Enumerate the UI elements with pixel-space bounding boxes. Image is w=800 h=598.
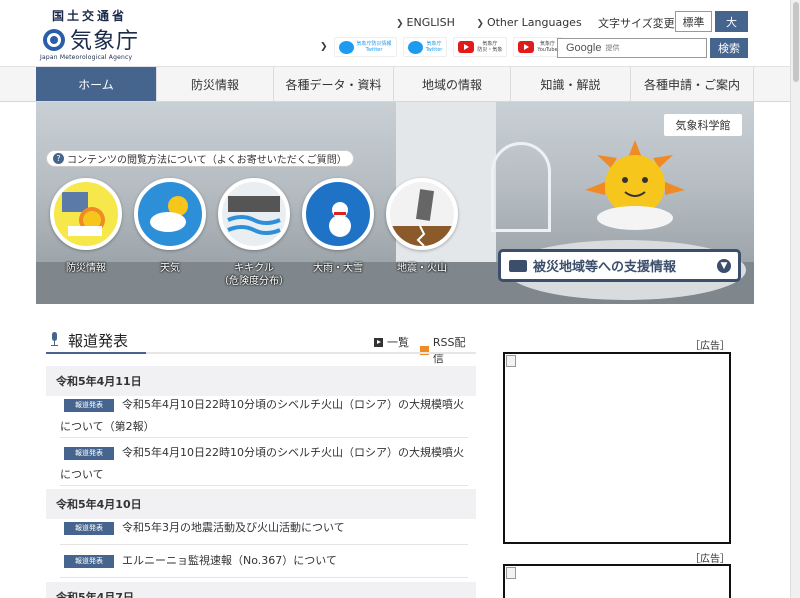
kikikuru-label: キキクル — [234, 263, 274, 274]
vertical-scrollbar[interactable] — [790, 0, 800, 598]
category-label-earthquake: 地震・火山 — [397, 263, 447, 274]
press-date-heading: 令和5年4月7日 — [46, 582, 476, 598]
font-size-label: 文字サイズ変更 — [598, 17, 675, 30]
faq-text: コンテンツの閲覧方法について（よくお寄せいただくご質問） — [67, 155, 347, 166]
ad-label: ［広告］ — [690, 341, 730, 352]
question-icon: ? — [53, 153, 64, 164]
press-item-title: 令和5年4月10日22時10分頃のシベルチ火山（ロシア）の大規模噴火について（第… — [60, 398, 464, 433]
weather-icon — [150, 196, 188, 232]
ad-label: ［広告］ — [690, 554, 730, 565]
play-icon — [374, 337, 383, 347]
kikikuru-sublabel: （危険度分布） — [219, 276, 289, 287]
youtube-jma-link[interactable]: 気象庁 YouTube — [513, 37, 563, 57]
category-disaster-info[interactable] — [50, 178, 122, 250]
category-label-disaster: 防災情報 — [66, 263, 106, 274]
site-header: 国土交通省 気象庁 Japan Meteorological Agency ❯ E… — [0, 0, 790, 66]
twitter-icon — [407, 40, 423, 54]
category-label-kikikuru: キキクル （危険度分布） — [212, 262, 296, 288]
earthquake-icon — [390, 189, 454, 246]
category-heavy-rain-snow[interactable] — [302, 178, 374, 250]
kikikuru-icon — [227, 196, 281, 235]
search-input[interactable]: Google 提供 — [557, 38, 707, 58]
twitter-jma-link[interactable]: 気象庁 Twitter — [402, 37, 448, 57]
social-line2: Twitter — [365, 47, 383, 53]
logo-english-name: Japan Meteorological Agency — [40, 54, 133, 61]
chevron-down-icon: ▼ — [717, 259, 731, 273]
nav-data-materials[interactable]: 各種データ・資料 — [273, 67, 393, 101]
chevron-right-icon: ❯ — [396, 19, 404, 29]
search-button[interactable]: 検索 — [710, 38, 748, 58]
social-line2: 防災・気象 — [477, 47, 503, 53]
press-badge: 報道発表 — [64, 447, 114, 460]
support-label: 被災地域等への支援情報 — [533, 260, 677, 275]
logo-ministry-text: 国土交通省 — [52, 9, 128, 23]
press-date-heading: 令和5年4月10日 — [46, 489, 476, 519]
snowman-icon — [329, 202, 351, 237]
category-weather[interactable] — [134, 178, 206, 250]
disaster-support-button[interactable]: 被災地域等への支援情報 ▼ — [498, 249, 741, 282]
nav-regional-info[interactable]: 地域の情報 — [393, 67, 510, 101]
category-label-weather: 天気 — [160, 263, 180, 274]
nav-applications[interactable]: 各種申請・ご案内 — [630, 67, 754, 101]
hero-background-arch — [491, 142, 551, 232]
jma-logo[interactable]: 国土交通省 気象庁 Japan Meteorological Agency — [40, 6, 160, 62]
category-kikikuru[interactable] — [218, 178, 290, 250]
nav-knowledge[interactable]: 知識・解説 — [510, 67, 630, 101]
press-badge: 報道発表 — [64, 522, 114, 535]
press-badge: 報道発表 — [64, 555, 114, 568]
twitter-icon — [338, 40, 354, 54]
google-brand-label: Google — [566, 42, 602, 54]
chevron-right-icon: ❯ — [320, 42, 328, 52]
category-label-rain-snow: 大雨・大雪 — [313, 263, 363, 274]
press-list-label: 一覧 — [387, 336, 409, 349]
scrollbar-thumb[interactable] — [793, 2, 799, 82]
press-item[interactable]: 報道発表 令和5年4月10日22時10分頃のシベルチ火山（ロシア）の大規模噴火につ… — [60, 394, 468, 438]
logo-agency-name: 気象庁 — [70, 29, 140, 54]
truck-icon — [509, 259, 527, 272]
rss-label: RSS配信 — [432, 336, 466, 365]
other-languages-link[interactable]: ❯ Other Languages — [476, 16, 581, 29]
nav-home[interactable]: ホーム — [36, 67, 156, 101]
youtube-icon — [518, 41, 535, 53]
youtube-icon — [458, 41, 475, 53]
press-item-title: 令和5年4月10日22時10分頃のシベルチ火山（ロシア）の大規模噴火について — [60, 446, 464, 481]
broken-image-icon — [506, 567, 516, 579]
press-date-heading: 令和5年4月11日 — [46, 366, 476, 396]
font-size-large-button[interactable]: 大 — [715, 11, 748, 32]
press-badge: 報道発表 — [64, 399, 114, 412]
chevron-right-icon: ❯ — [476, 19, 484, 29]
press-release-title: 報道発表 — [68, 332, 129, 350]
press-header-divider — [46, 352, 476, 354]
global-nav: ホーム 防災情報 各種データ・資料 地域の情報 知識・解説 各種申請・ご案内 — [0, 66, 790, 102]
faq-link[interactable]: ? コンテンツの閲覧方法について（よくお寄せいただくご質問） — [46, 150, 354, 167]
press-release-header: 報道発表 一覧 RSS配信 — [46, 330, 476, 365]
press-list-link[interactable]: 一覧 — [374, 334, 409, 350]
search-placeholder: 提供 — [605, 44, 620, 52]
press-item[interactable]: 報道発表 令和5年3月の地震活動及び火山活動について — [60, 517, 468, 545]
rss-link[interactable]: RSS配信 — [420, 334, 476, 366]
press-item[interactable]: 報道発表 エルニーニョ監視速報（No.367）について — [60, 550, 468, 578]
broken-image-icon — [506, 355, 516, 367]
english-link[interactable]: ❯ ENGLISH — [396, 16, 455, 29]
press-item[interactable]: 報道発表 令和5年4月10日22時10分頃のシベルチ火山（ロシア）の大規模噴火につ… — [60, 442, 468, 486]
press-item-title: 令和5年3月の地震活動及び火山活動について — [122, 521, 345, 534]
microphone-icon — [51, 332, 58, 346]
social-line2: YouTube — [537, 47, 558, 53]
press-item-title: エルニーニョ監視速報（No.367）について — [122, 554, 337, 567]
science-museum-label[interactable]: 気象科学館 — [664, 114, 742, 136]
social-line2: Twitter — [425, 47, 443, 53]
jma-emblem-icon — [43, 29, 65, 51]
category-earthquake-volcano[interactable] — [386, 178, 458, 250]
twitter-bousai-link[interactable]: 気象庁防災情報 Twitter — [333, 37, 397, 57]
ad-banner[interactable] — [503, 352, 731, 544]
ad-banner[interactable] — [503, 564, 731, 598]
sun-mascot-image — [585, 140, 685, 230]
nav-disaster-info[interactable]: 防災情報 — [156, 67, 273, 101]
social-links: ❯ 気象庁防災情報 Twitter 気象庁 Twitter 気象庁 防災・気象 気象庁… — [320, 37, 569, 57]
page: 国土交通省 気象庁 Japan Meteorological Agency ❯ E… — [0, 0, 800, 598]
disaster-info-icon — [62, 192, 105, 236]
language-links: ❯ ENGLISH ❯ Other Languages — [396, 16, 600, 29]
font-size-standard-button[interactable]: 標準 — [675, 11, 712, 32]
youtube-bousai-link[interactable]: 気象庁 防災・気象 — [453, 37, 508, 57]
